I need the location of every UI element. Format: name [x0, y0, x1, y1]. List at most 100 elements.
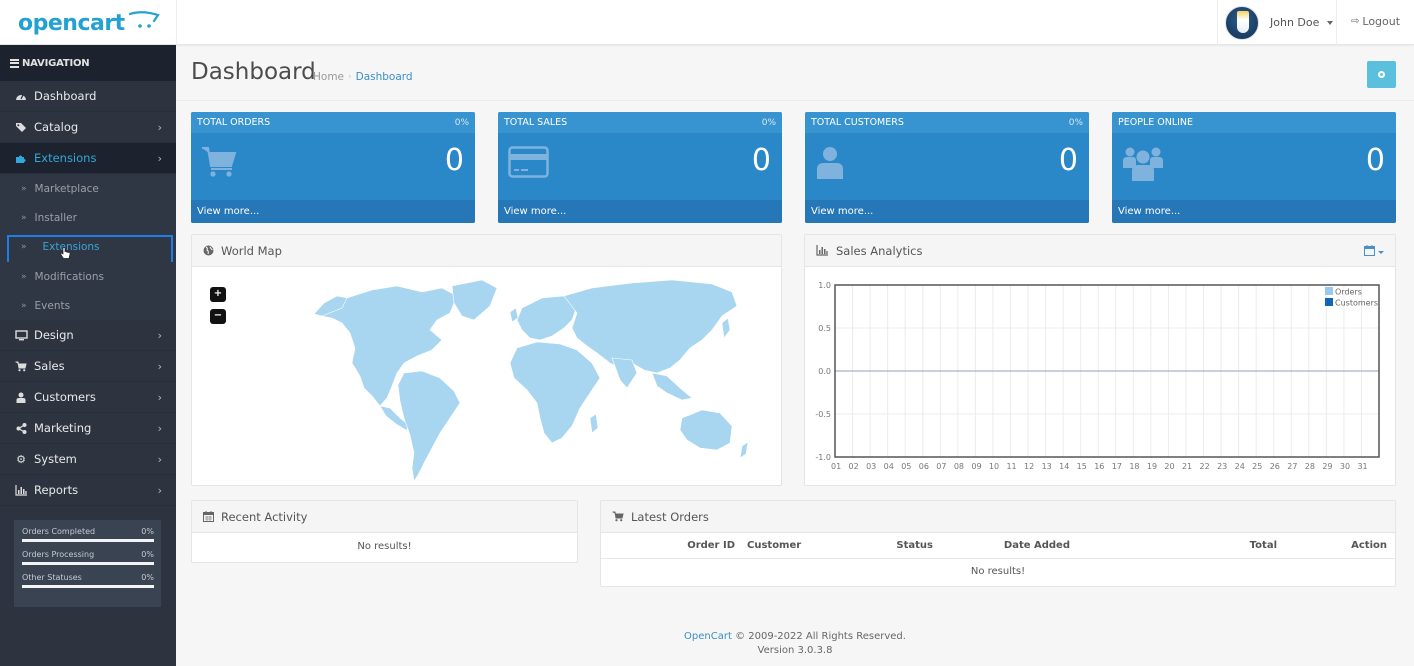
sidebar-item-catalog[interactable]: Catalog › — [0, 112, 176, 143]
tile-title: TOTAL CUSTOMERS — [811, 117, 904, 128]
top-header: opencart John Doe ⇨ Logout — [0, 0, 1414, 45]
sidebar-subitem-events[interactable]: » Events — [0, 291, 176, 321]
x-tick-label: 08 — [954, 462, 964, 471]
shopping-cart-icon — [612, 511, 624, 522]
main-content: Dashboard Home › Dashboard TOTAL ORDERS 0… — [176, 45, 1414, 666]
latest-orders-panel: Latest Orders Order ID Customer Status D… — [600, 500, 1396, 587]
panel-title: World Map — [221, 243, 282, 258]
x-tick-label: 01 — [831, 462, 841, 471]
view-more-link[interactable]: View more... — [191, 200, 475, 223]
progress-bar — [22, 539, 154, 542]
world-map[interactable] — [192, 268, 782, 486]
user-menu-dropdown[interactable]: John Doe — [1225, 5, 1334, 40]
column-header-status[interactable]: Status — [896, 540, 933, 551]
x-tick-label: 09 — [971, 462, 981, 471]
y-tick-label: 0.5 — [818, 324, 831, 333]
sidebar-item-sales[interactable]: Sales › — [0, 351, 176, 383]
x-tick-label: 22 — [1200, 462, 1210, 471]
double-chevron-right-icon: » — [21, 300, 27, 311]
cog-icon: ⚙ — [16, 452, 26, 466]
copyright-text: © 2009-2022 All Rights Reserved. — [731, 631, 906, 642]
world-map-panel: World Map + − — [191, 234, 782, 486]
column-header-action[interactable]: Action — [1351, 540, 1387, 551]
chevron-right-icon: › — [157, 121, 162, 134]
x-tick-label: 29 — [1322, 462, 1332, 471]
y-tick-label: 0.0 — [818, 367, 831, 376]
map-region-greenland — [451, 279, 498, 321]
logout-button[interactable]: ⇨ Logout — [1351, 15, 1400, 28]
sidebar-item-customers[interactable]: Customers › — [0, 382, 176, 414]
x-tick-label: 23 — [1217, 462, 1227, 471]
sidebar-item-system[interactable]: ⚙ System › — [0, 444, 176, 476]
chevron-right-icon: › — [157, 360, 162, 374]
sign-out-icon: ⇨ — [1351, 16, 1360, 27]
date-range-dropdown[interactable] — [1364, 245, 1384, 259]
avatar — [1225, 5, 1259, 40]
sidebar-item-marketing[interactable]: Marketing › — [0, 413, 176, 445]
breadcrumb-dashboard-link[interactable]: Dashboard — [356, 71, 413, 83]
sidebar-item-extensions[interactable]: Extensions › — [0, 143, 176, 174]
map-region-japan — [721, 317, 731, 339]
globe-icon — [203, 245, 214, 256]
column-header-customer[interactable]: Customer — [747, 540, 801, 551]
sidebar-subitem-modifications[interactable]: » Modifications — [0, 261, 176, 292]
map-region-australia — [679, 409, 733, 451]
cog-icon — [1378, 71, 1385, 78]
x-tick-label: 13 — [1042, 462, 1052, 471]
column-header-date-added[interactable]: Date Added — [1004, 540, 1070, 551]
opencart-logo[interactable]: opencart — [18, 8, 160, 38]
sidebar-subitem-extensions[interactable]: » Extensions — [0, 232, 176, 265]
orders-table-header: Order ID Customer Status Date Added Tota… — [601, 533, 1395, 559]
panel-title: Latest Orders — [631, 509, 709, 524]
stat-orders-processing: Orders Processing 0% — [22, 550, 154, 565]
column-header-total[interactable]: Total — [1250, 540, 1277, 551]
map-region-africa — [509, 341, 601, 444]
header-divider — [176, 0, 177, 45]
sidebar-item-design[interactable]: Design › — [0, 320, 176, 352]
chevron-right-icon: › — [157, 453, 162, 467]
tile-percent: 0% — [454, 117, 469, 128]
logout-label: Logout — [1362, 15, 1401, 28]
x-tick-label: 28 — [1305, 462, 1315, 471]
sidebar-item-reports[interactable]: Reports › — [0, 475, 176, 507]
chevron-right-icon: › — [157, 329, 162, 343]
map-region-new-zealand — [739, 441, 749, 459]
user-icon — [14, 392, 28, 403]
dashboard-icon — [14, 91, 28, 101]
share-alt-icon — [14, 422, 28, 434]
column-header-order-id[interactable]: Order ID — [687, 540, 735, 551]
sidebar-navigation: NAVIGATION Dashboard Catalog › Extension… — [0, 45, 176, 666]
legend-label-orders: Orders — [1335, 288, 1362, 297]
double-chevron-right-icon: » — [21, 271, 27, 282]
y-tick-label: -0.5 — [815, 410, 831, 419]
credit-card-icon — [508, 146, 550, 181]
sidebar-subitem-installer[interactable]: » Installer — [0, 203, 176, 233]
y-tick-label: 1.0 — [818, 281, 831, 290]
panel-title: Sales Analytics — [836, 243, 923, 258]
stat-other-statuses: Other Statuses 0% — [22, 573, 154, 588]
progress-bar — [22, 585, 154, 588]
view-more-link[interactable]: View more... — [498, 200, 782, 223]
dashboard-settings-button[interactable] — [1367, 61, 1396, 88]
sales-analytics-chart: 1.0 0.5 0.0 -0.5 -1.001 02 03 04 05 06 07 08 09 10 11 1… — [815, 281, 1380, 471]
sidebar-item-dashboard[interactable]: Dashboard — [0, 81, 176, 112]
legend-swatch-customers — [1325, 298, 1333, 306]
progress-bar — [22, 562, 154, 565]
y-tick-label: -1.0 — [815, 453, 831, 462]
x-tick-label: 27 — [1287, 462, 1297, 471]
opencart-link[interactable]: OpenCart — [684, 631, 732, 642]
order-status-stats: Orders Completed 0% Orders Processing 0% O… — [14, 520, 161, 607]
x-tick-label: 30 — [1340, 462, 1350, 471]
tile-value: 0 — [751, 143, 771, 178]
double-chevron-right-icon: » — [21, 183, 27, 194]
chevron-right-icon: › — [157, 484, 162, 498]
view-more-link[interactable]: View more... — [805, 200, 1089, 223]
version-text: Version 3.0.3.8 — [757, 645, 833, 656]
view-more-link[interactable]: View more... — [1112, 200, 1396, 223]
tile-title: PEOPLE ONLINE — [1118, 117, 1194, 128]
breadcrumb-home-link[interactable]: Home — [313, 71, 344, 83]
x-tick-label: 24 — [1235, 462, 1245, 471]
sidebar-subitem-marketplace[interactable]: » Marketplace — [0, 174, 176, 204]
bar-chart-icon — [14, 484, 28, 496]
tile-percent: 0% — [1068, 117, 1083, 128]
